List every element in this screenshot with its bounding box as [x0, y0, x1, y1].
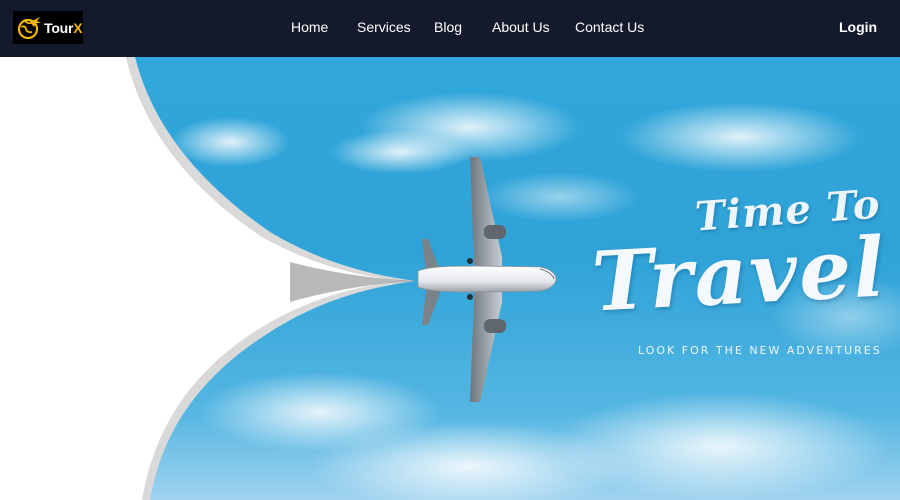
nav-blog-link[interactable]: Blog — [434, 19, 462, 35]
top-navbar: TourX Home Services Blog About Us Contac… — [0, 0, 900, 57]
nav-services-link[interactable]: Services — [357, 19, 411, 35]
hero-tagline: LOOK FOR THE NEW ADVENTURES — [638, 344, 882, 357]
headline-line-2: Travel — [589, 219, 889, 331]
main-nav: Home Services Blog About Us Contact Us — [0, 0, 900, 57]
nav-contact-link[interactable]: Contact Us — [575, 19, 644, 35]
brand-logo[interactable]: TourX — [13, 11, 83, 44]
nav-about-link[interactable]: About Us — [492, 19, 550, 35]
globe-plane-icon — [17, 16, 41, 39]
hero-banner: Time To Travel LOOK FOR THE NEW ADVENTUR… — [0, 57, 900, 500]
hero-headline: Time To Travel LOOK FOR THE NEW ADVENTUR… — [589, 181, 890, 357]
login-link[interactable]: Login — [839, 19, 877, 35]
brand-name: TourX — [44, 19, 83, 36]
nav-home-link[interactable]: Home — [291, 19, 328, 35]
